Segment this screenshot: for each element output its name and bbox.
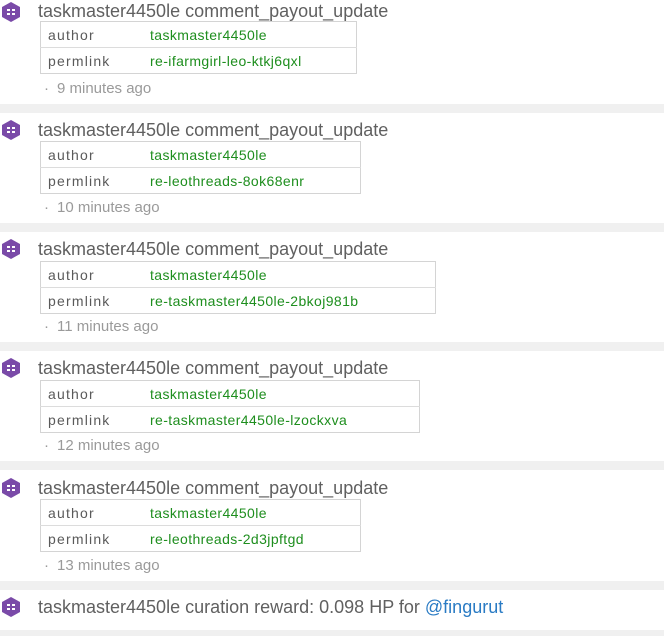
user-link[interactable]: taskmaster4450le bbox=[38, 239, 180, 259]
operation-type: comment_payout_update bbox=[185, 478, 389, 498]
operation-icon bbox=[2, 358, 20, 378]
detail-row-author: author taskmaster4450le bbox=[41, 262, 436, 288]
detail-row-author: author taskmaster4450le bbox=[41, 22, 357, 48]
user-link[interactable]: taskmaster4450le bbox=[38, 1, 180, 21]
detail-value[interactable]: re-ifarmgirl-leo-ktkj6qxl bbox=[143, 47, 357, 74]
operation-details: author taskmaster4450le permlink re-ifar… bbox=[40, 21, 357, 74]
detail-key: permlink bbox=[40, 406, 143, 433]
detail-value[interactable]: re-leothreads-8ok68enr bbox=[143, 167, 361, 194]
user-link[interactable]: taskmaster4450le bbox=[38, 120, 180, 140]
detail-row-permlink: permlink re-taskmaster4450le-lzockxva bbox=[40, 406, 420, 433]
detail-key: author bbox=[48, 146, 95, 163]
operation-title: taskmaster4450le curation reward: 0.098 … bbox=[38, 596, 503, 618]
operation-title: taskmaster4450le comment_payout_update bbox=[38, 119, 388, 141]
detail-value[interactable]: taskmaster4450le bbox=[143, 381, 420, 407]
operation-icon bbox=[2, 597, 20, 617]
detail-value[interactable]: taskmaster4450le bbox=[143, 500, 361, 526]
user-link[interactable]: taskmaster4450le bbox=[38, 597, 180, 617]
detail-key: permlink bbox=[40, 525, 143, 552]
operation-type: comment_payout_update bbox=[185, 239, 389, 259]
detail-value[interactable]: re-taskmaster4450le-lzockxva bbox=[143, 406, 420, 433]
operation-icon bbox=[2, 239, 20, 259]
detail-key: permlink bbox=[40, 287, 143, 314]
operations-feed: taskmaster4450le comment_payout_update a… bbox=[0, 0, 664, 636]
operation-item: taskmaster4450le curation reward: 0.098 … bbox=[0, 590, 664, 630]
operation-item: taskmaster4450le comment_payout_update a… bbox=[0, 351, 664, 461]
detail-key: permlink bbox=[40, 47, 143, 74]
operation-title: taskmaster4450le comment_payout_update bbox=[38, 238, 388, 260]
operation-details: author taskmaster4450le permlink re-task… bbox=[40, 261, 436, 314]
detail-row-permlink: permlink re-ifarmgirl-leo-ktkj6qxl bbox=[40, 47, 357, 74]
operation-item: taskmaster4450le comment_payout_update a… bbox=[0, 113, 664, 223]
user-link[interactable]: taskmaster4450le bbox=[38, 478, 180, 498]
operation-item: taskmaster4450le comment_payout_update a… bbox=[0, 470, 664, 581]
detail-key: author bbox=[48, 385, 95, 402]
operation-title: taskmaster4450le comment_payout_update bbox=[38, 477, 388, 499]
detail-row-author: author taskmaster4450le bbox=[41, 500, 361, 526]
timestamp: · 9 minutes ago bbox=[44, 80, 152, 97]
timestamp: · 12 minutes ago bbox=[44, 437, 160, 454]
operation-text: curation reward: 0.098 HP for bbox=[185, 597, 420, 617]
detail-key: permlink bbox=[40, 167, 143, 194]
operation-icon bbox=[2, 478, 20, 498]
user-link[interactable]: taskmaster4450le bbox=[38, 358, 180, 378]
detail-row-permlink: permlink re-leothreads-8ok68enr bbox=[40, 167, 361, 194]
detail-key: author bbox=[48, 26, 95, 43]
operation-details: author taskmaster4450le permlink re-task… bbox=[40, 380, 420, 433]
detail-row-author: author taskmaster4450le bbox=[41, 142, 361, 168]
operation-item: taskmaster4450le comment_payout_update a… bbox=[0, 0, 664, 104]
operation-item: taskmaster4450le comment_payout_update a… bbox=[0, 232, 664, 342]
timestamp: · 13 minutes ago bbox=[44, 557, 160, 574]
operation-details: author taskmaster4450le permlink re-leot… bbox=[40, 141, 361, 194]
detail-value[interactable]: re-leothreads-2d3jpftgd bbox=[143, 525, 361, 552]
operation-title: taskmaster4450le comment_payout_update bbox=[38, 357, 388, 379]
operation-type: comment_payout_update bbox=[185, 120, 389, 140]
operation-icon bbox=[2, 120, 20, 140]
detail-value[interactable]: taskmaster4450le bbox=[143, 262, 436, 288]
detail-row-permlink: permlink re-leothreads-2d3jpftgd bbox=[40, 525, 361, 552]
operation-icon bbox=[2, 2, 20, 22]
detail-row-permlink: permlink re-taskmaster4450le-2bkoj981b bbox=[40, 287, 436, 314]
detail-value[interactable]: re-taskmaster4450le-2bkoj981b bbox=[143, 287, 436, 314]
operation-type: comment_payout_update bbox=[185, 1, 389, 21]
operation-title: taskmaster4450le comment_payout_update bbox=[38, 0, 388, 22]
operation-details: author taskmaster4450le permlink re-leot… bbox=[40, 499, 361, 552]
detail-key: author bbox=[48, 504, 95, 521]
detail-row-author: author taskmaster4450le bbox=[41, 381, 420, 407]
detail-key: author bbox=[48, 266, 95, 283]
timestamp: · 10 minutes ago bbox=[44, 199, 160, 216]
operation-type: comment_payout_update bbox=[185, 358, 389, 378]
timestamp: · 11 minutes ago bbox=[44, 318, 159, 335]
detail-value[interactable]: taskmaster4450le bbox=[143, 142, 361, 168]
account-link[interactable]: @fingurut bbox=[425, 597, 503, 617]
detail-value[interactable]: taskmaster4450le bbox=[143, 22, 357, 48]
